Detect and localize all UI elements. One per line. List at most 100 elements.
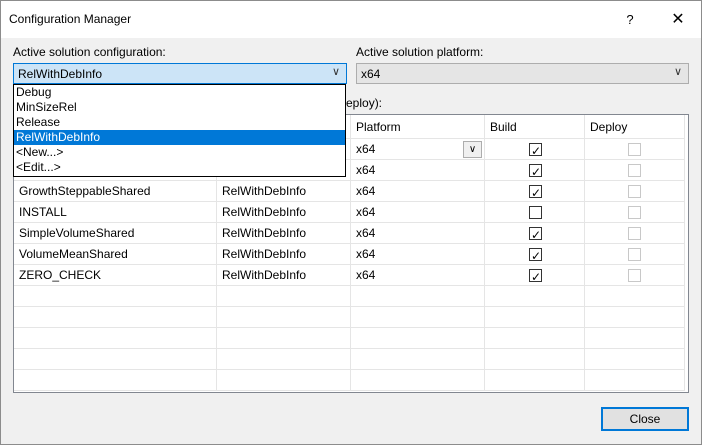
close-button[interactable]: Close — [601, 407, 689, 431]
close-icon[interactable]: ✕ — [661, 8, 695, 32]
build-checkbox[interactable]: ✓ — [529, 248, 542, 263]
build-cell[interactable]: ✓ — [485, 223, 585, 244]
dropdown-item[interactable]: RelWithDebInfo — [14, 130, 345, 145]
empty-cell — [351, 286, 485, 307]
empty-cell — [217, 370, 351, 391]
build-cell[interactable]: ✓ — [485, 181, 585, 202]
deploy-checkbox — [628, 164, 641, 177]
build-checkbox[interactable]: ✓ — [529, 269, 542, 284]
active-platform-label: Active solution platform: — [356, 45, 484, 59]
empty-cell — [351, 328, 485, 349]
help-button[interactable]: ? — [615, 8, 645, 32]
empty-cell — [485, 370, 585, 391]
check-icon: ✓ — [531, 228, 542, 242]
platform-dropdown-icon[interactable]: ∨ — [463, 141, 482, 158]
build-checkbox[interactable] — [529, 206, 542, 219]
platform-cell[interactable]: x64 — [351, 202, 485, 223]
column-header-build[interactable]: Build — [485, 115, 585, 139]
deploy-cell[interactable] — [585, 139, 685, 160]
check-icon: ✓ — [531, 186, 542, 200]
build-cell[interactable]: ✓ — [485, 160, 585, 181]
dropdown-item[interactable]: <Edit...> — [14, 160, 345, 175]
build-cell[interactable]: ✓ — [485, 139, 585, 160]
platform-cell[interactable]: x64 — [351, 181, 485, 202]
check-icon: ✓ — [531, 249, 542, 263]
empty-cell — [585, 349, 685, 370]
empty-cell — [14, 349, 217, 370]
title-bar: Configuration Manager ? ✕ — [1, 1, 701, 38]
empty-cell — [351, 307, 485, 328]
configuration-cell[interactable]: RelWithDebInfo — [217, 202, 351, 223]
platform-cell[interactable]: x64 — [351, 223, 485, 244]
configuration-cell[interactable]: RelWithDebInfo — [217, 181, 351, 202]
empty-cell — [485, 349, 585, 370]
column-header-platform[interactable]: Platform — [351, 115, 485, 139]
project-cell[interactable]: SimpleVolumeShared — [14, 223, 217, 244]
empty-cell — [217, 328, 351, 349]
deploy-checkbox — [628, 227, 641, 240]
empty-cell — [585, 307, 685, 328]
project-cell[interactable]: VolumeMeanShared — [14, 244, 217, 265]
empty-cell — [485, 328, 585, 349]
empty-cell — [485, 307, 585, 328]
project-cell[interactable]: GrowthSteppableShared — [14, 181, 217, 202]
platform-cell[interactable]: x64 — [351, 265, 485, 286]
deploy-cell[interactable] — [585, 223, 685, 244]
build-checkbox[interactable]: ✓ — [529, 185, 542, 200]
deploy-checkbox — [628, 269, 641, 282]
project-cell[interactable]: INSTALL — [14, 202, 217, 223]
active-platform-combo[interactable]: x64 ∨ — [356, 63, 689, 84]
window-title: Configuration Manager — [9, 12, 132, 26]
build-cell[interactable]: ✓ — [485, 265, 585, 286]
configuration-cell[interactable]: RelWithDebInfo — [217, 223, 351, 244]
chevron-down-icon: ∨ — [331, 66, 340, 78]
dropdown-item[interactable]: MinSizeRel — [14, 100, 345, 115]
deploy-cell[interactable] — [585, 160, 685, 181]
deploy-checkbox — [628, 143, 641, 156]
empty-cell — [585, 328, 685, 349]
empty-cell — [351, 349, 485, 370]
active-configuration-label: Active solution configuration: — [13, 45, 166, 59]
build-checkbox[interactable]: ✓ — [529, 143, 542, 158]
deploy-cell[interactable] — [585, 181, 685, 202]
build-cell[interactable] — [485, 202, 585, 223]
deploy-checkbox — [628, 206, 641, 219]
configuration-cell[interactable]: RelWithDebInfo — [217, 265, 351, 286]
deploy-cell[interactable] — [585, 202, 685, 223]
configuration-dropdown-list: Debug MinSizeRel Release RelWithDebInfo <New… — [13, 84, 346, 177]
build-cell[interactable]: ✓ — [485, 244, 585, 265]
empty-cell — [585, 286, 685, 307]
deploy-checkbox — [628, 185, 641, 198]
project-contexts-label: eploy): — [346, 96, 383, 110]
check-icon: ✓ — [531, 144, 542, 158]
deploy-cell[interactable] — [585, 244, 685, 265]
deploy-cell[interactable] — [585, 265, 685, 286]
empty-cell — [585, 370, 685, 391]
empty-cell — [351, 370, 485, 391]
dropdown-item[interactable]: Debug — [14, 85, 345, 100]
empty-cell — [217, 307, 351, 328]
check-icon: ✓ — [531, 270, 542, 284]
empty-cell — [485, 286, 585, 307]
empty-cell — [14, 286, 217, 307]
deploy-checkbox — [628, 248, 641, 261]
project-cell[interactable]: ZERO_CHECK — [14, 265, 217, 286]
platform-cell[interactable]: x64 — [351, 160, 485, 181]
configuration-cell[interactable]: RelWithDebInfo — [217, 244, 351, 265]
empty-cell — [217, 286, 351, 307]
empty-cell — [14, 307, 217, 328]
empty-cell — [14, 370, 217, 391]
empty-cell — [217, 349, 351, 370]
check-icon: ✓ — [531, 165, 542, 179]
dropdown-item[interactable]: Release — [14, 115, 345, 130]
build-checkbox[interactable]: ✓ — [529, 227, 542, 242]
active-configuration-value: RelWithDebInfo — [18, 67, 103, 81]
configuration-manager-dialog: Configuration Manager ? ✕ Active solutio… — [0, 0, 702, 445]
column-header-deploy[interactable]: Deploy — [585, 115, 685, 139]
active-configuration-combo[interactable]: RelWithDebInfo ∨ — [13, 63, 347, 84]
platform-cell[interactable]: x64 — [351, 244, 485, 265]
chevron-down-icon: ∨ — [673, 66, 682, 78]
empty-cell — [14, 328, 217, 349]
dropdown-item[interactable]: <New...> — [14, 145, 345, 160]
build-checkbox[interactable]: ✓ — [529, 164, 542, 179]
